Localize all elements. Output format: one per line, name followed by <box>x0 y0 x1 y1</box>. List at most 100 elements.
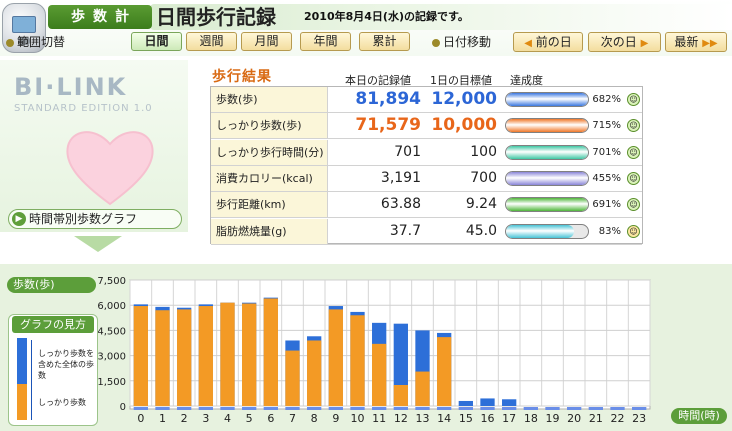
y-tick-label: 6,000 <box>98 301 126 312</box>
result-percent: 682% <box>592 94 621 105</box>
baseline-marker <box>307 407 322 410</box>
range-year-button[interactable]: 年間 <box>300 32 351 51</box>
y-tick-label: 0 <box>120 402 126 413</box>
result-row: 歩数(歩) 81,894 12,000 682% ☺ <box>211 87 642 113</box>
x-tick-label: 21 <box>589 412 603 425</box>
x-tick-label: 14 <box>437 412 451 425</box>
baseline-marker <box>220 407 235 410</box>
bar-firm <box>350 315 365 406</box>
y-tick-label: 4,500 <box>98 326 126 337</box>
x-tick-label: 4 <box>224 412 231 425</box>
bar-firm <box>242 303 257 406</box>
range-day-button[interactable]: 日間 <box>131 32 182 51</box>
x-tick-label: 23 <box>632 412 646 425</box>
baseline-marker <box>437 407 452 410</box>
progress-bar <box>505 144 589 160</box>
baseline-marker <box>372 407 387 410</box>
baseline-marker <box>480 407 495 410</box>
legend-firm-sample <box>17 384 27 420</box>
date-move-label: 日付移動 <box>432 32 491 52</box>
x-tick-label: 15 <box>459 412 473 425</box>
y-unit-label: 歩数(歩) <box>7 277 96 293</box>
heart-icon <box>66 131 154 206</box>
smile-icon: ☺ <box>627 224 640 238</box>
x-tick-label: 2 <box>181 412 188 425</box>
result-percent: 715% <box>592 120 621 132</box>
x-tick-label: 8 <box>311 412 318 425</box>
results-table: 歩数(歩) 81,894 12,000 682% ☺ しっかり歩数(歩) 71,579 10,… <box>210 86 643 245</box>
x-tick-label: 17 <box>502 412 516 425</box>
x-tick-label: 5 <box>246 412 253 425</box>
result-target: 10,000 <box>431 115 497 136</box>
x-tick-label: 11 <box>372 412 386 425</box>
x-tick-label: 13 <box>416 412 430 425</box>
result-row: 消費カロリー(kcal) 3,191 700 455% ☺ <box>211 165 642 192</box>
range-week-button[interactable]: 週間 <box>186 32 237 51</box>
y-tick-label: 3,000 <box>98 352 126 363</box>
result-label: 歩数(歩) <box>211 87 328 112</box>
result-today: 701 <box>394 143 421 160</box>
x-tick-label: 12 <box>394 412 408 425</box>
legend-sample-bar <box>17 338 27 420</box>
baseline-marker <box>328 407 343 410</box>
next-day-button[interactable]: 次の日 ▶ <box>588 32 661 52</box>
progress-bar <box>505 223 589 239</box>
progress-fill <box>506 145 588 159</box>
progress-bar <box>505 170 589 186</box>
smile-icon: ☺ <box>627 119 640 133</box>
arrow-right-icon: ▶ <box>640 38 649 49</box>
x-tick-label: 7 <box>289 412 296 425</box>
prev-day-button[interactable]: ◀ 前の日 <box>513 32 583 52</box>
baseline-marker <box>177 407 192 410</box>
result-percent: 83% <box>598 225 621 237</box>
bar-total <box>480 398 495 406</box>
bar-firm <box>155 310 170 406</box>
baseline-marker <box>415 407 430 410</box>
x-tick-label: 22 <box>611 412 625 425</box>
result-percent: 455% <box>592 172 621 184</box>
record-date: 2010年8月4日(水)の記録です。 <box>304 10 469 23</box>
baseline-marker <box>198 407 213 410</box>
result-row: しっかり歩数(歩) 71,579 10,000 715% ☺ <box>211 113 642 140</box>
result-today: 37.7 <box>389 222 421 239</box>
legend-bracket <box>31 340 32 420</box>
hourly-steps-chart: 01,5003,0004,5006,0007,5000 1 2 3 4 5 6 7 8 9 10 11… <box>98 276 651 425</box>
range-month-button[interactable]: 月間 <box>241 32 292 51</box>
legend-title: グラフの見方 <box>12 316 94 333</box>
x-tick-label: 18 <box>524 412 538 425</box>
arrow-right-icon: ▶ <box>12 212 26 226</box>
progress-fill <box>506 171 588 185</box>
bar-total <box>458 400 473 406</box>
range-total-button[interactable]: 累計 <box>359 32 410 51</box>
latest-button[interactable]: 最新 ▶▶ <box>665 32 727 52</box>
progress-fill <box>506 198 588 212</box>
result-today: 63.88 <box>380 196 421 213</box>
hourly-graph-button[interactable]: ▶ 時間帯別歩数グラフ <box>8 209 182 229</box>
x-tick-label: 19 <box>546 412 560 425</box>
bar-firm <box>198 306 213 406</box>
bar-firm <box>177 309 192 406</box>
result-today: 3,191 <box>380 169 421 186</box>
result-row: 脂肪燃焼量(g) 37.7 45.0 83% ☺ <box>211 218 642 245</box>
progress-bar <box>505 118 589 134</box>
bullet-icon <box>6 38 14 47</box>
baseline-marker <box>263 407 278 410</box>
result-row: しっかり歩行時間(分) 701 100 701% ☺ <box>211 139 642 166</box>
bar-firm <box>328 309 343 406</box>
bar-firm <box>220 302 235 406</box>
bar-firm <box>437 337 452 406</box>
baseline-marker <box>502 407 517 410</box>
result-label: しっかり歩行時間(分) <box>211 139 328 165</box>
legend-firm-text: しっかり歩数 <box>38 398 86 407</box>
result-label: しっかり歩数(歩) <box>211 113 328 139</box>
baseline-marker <box>133 407 148 410</box>
app-title: 歩数計 <box>48 5 152 29</box>
x-tick-label: 1 <box>159 412 166 425</box>
page-title: 日間歩行記録 <box>156 5 276 29</box>
bullet-icon <box>432 38 440 47</box>
baseline-marker <box>588 407 603 410</box>
progress-bar <box>505 92 589 107</box>
result-today: 71,579 <box>355 115 421 136</box>
progress-fill <box>506 224 575 238</box>
baseline-marker <box>458 407 473 410</box>
